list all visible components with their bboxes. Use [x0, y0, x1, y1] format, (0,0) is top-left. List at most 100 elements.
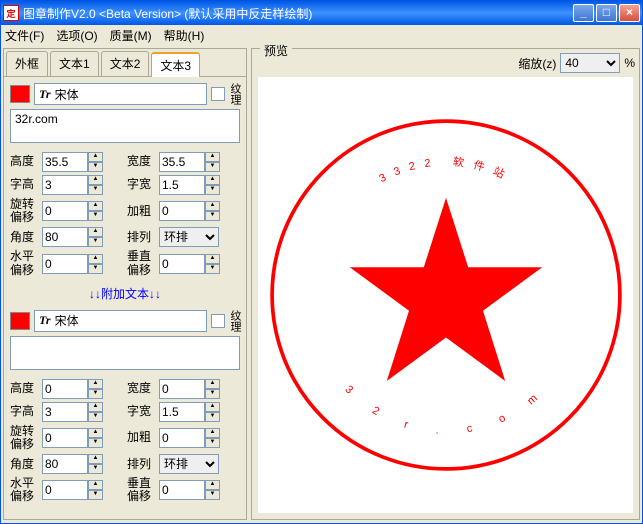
section2-angle-down[interactable]: ▼ — [88, 464, 103, 474]
section1-hOff[interactable] — [42, 254, 88, 274]
section2-width[interactable] — [159, 379, 205, 399]
section2-hOff-down[interactable]: ▼ — [88, 490, 103, 500]
label-charW: 字宽 — [127, 178, 155, 191]
section1-charH[interactable] — [42, 175, 88, 195]
section1-rotOff[interactable] — [42, 201, 88, 221]
preview-group-label: 预览 — [260, 42, 292, 59]
section2-height-down[interactable]: ▼ — [88, 389, 103, 399]
section2-angle-up[interactable]: ▲ — [88, 454, 103, 464]
section2-charW-up[interactable]: ▲ — [205, 402, 220, 412]
section1-bold[interactable] — [159, 201, 205, 221]
font-icon: Tr — [39, 313, 51, 328]
section2-width-up[interactable]: ▲ — [205, 379, 220, 389]
label-angle: 角度 — [10, 231, 38, 244]
section2-charH-down[interactable]: ▼ — [88, 412, 103, 422]
label-angle: 角度 — [10, 458, 38, 471]
label-hOff: 水平 偏移 — [10, 477, 38, 503]
section1-rotOff-up[interactable]: ▲ — [88, 201, 103, 211]
section2-arrange[interactable]: 环排 — [159, 454, 219, 474]
texture-label-2: 纹理 — [229, 310, 240, 332]
section1-hOff-up[interactable]: ▲ — [88, 254, 103, 264]
menu-quality[interactable]: 质量(M) — [110, 27, 152, 44]
section1-charW[interactable] — [159, 175, 205, 195]
section1-angle-down[interactable]: ▼ — [88, 237, 103, 247]
section1-height-down[interactable]: ▼ — [88, 162, 103, 172]
section2-height-up[interactable]: ▲ — [88, 379, 103, 389]
section1-arrange[interactable]: 环排 — [159, 227, 219, 247]
maximize-button[interactable]: □ — [596, 4, 617, 22]
minimize-button[interactable]: _ — [573, 4, 594, 22]
section2-bold-up[interactable]: ▲ — [205, 428, 220, 438]
tab-text3[interactable]: 文本3 — [151, 52, 200, 77]
menu-file[interactable]: 文件(F) — [5, 27, 44, 44]
section2-hOff[interactable] — [42, 480, 88, 500]
zoom-label: 缩放(z) — [518, 55, 556, 72]
label-width: 宽度 — [127, 382, 155, 395]
section2-angle[interactable] — [42, 454, 88, 474]
section1-rotOff-down[interactable]: ▼ — [88, 211, 103, 221]
svg-text:3322 软件站: 3322 软件站 — [377, 154, 515, 185]
font-select-1[interactable]: Tr宋体 — [34, 83, 207, 105]
texture-checkbox-1[interactable] — [211, 87, 225, 101]
section1-width-down[interactable]: ▼ — [205, 162, 220, 172]
label-vOff: 垂直 偏移 — [127, 250, 155, 276]
section2-rotOff-up[interactable]: ▲ — [88, 428, 103, 438]
label-arrange: 排列 — [127, 458, 155, 471]
close-button[interactable]: × — [619, 4, 640, 22]
section2-rotOff[interactable] — [42, 428, 88, 448]
menu-help[interactable]: 帮助(H) — [164, 27, 205, 44]
zoom-select[interactable]: 40 — [560, 53, 620, 73]
section1-angle-up[interactable]: ▲ — [88, 227, 103, 237]
section1-angle[interactable] — [42, 227, 88, 247]
section1-height[interactable] — [42, 152, 88, 172]
section1-vOff[interactable] — [159, 254, 205, 274]
section1-charH-down[interactable]: ▼ — [88, 185, 103, 195]
section2-height[interactable] — [42, 379, 88, 399]
color-picker-2[interactable] — [10, 312, 30, 330]
section2-hOff-up[interactable]: ▲ — [88, 480, 103, 490]
label-vOff: 垂直 偏移 — [127, 477, 155, 503]
texture-checkbox-2[interactable] — [211, 314, 225, 328]
section1-charW-up[interactable]: ▲ — [205, 175, 220, 185]
tab-outer[interactable]: 外框 — [6, 51, 48, 76]
label-hOff: 水平 偏移 — [10, 250, 38, 276]
label-rotOff: 旋转 偏移 — [10, 425, 38, 451]
text-input-1[interactable] — [10, 109, 240, 143]
additional-text-label: ↓↓附加文本↓↓ — [10, 285, 240, 302]
label-bold: 加粗 — [127, 205, 155, 218]
section1-height-up[interactable]: ▲ — [88, 152, 103, 162]
section1-vOff-up[interactable]: ▲ — [205, 254, 220, 264]
section2-bold-down[interactable]: ▼ — [205, 438, 220, 448]
section1-bold-down[interactable]: ▼ — [205, 211, 220, 221]
section2-vOff-down[interactable]: ▼ — [205, 490, 220, 500]
font-icon: Tr — [39, 87, 51, 102]
section2-charW[interactable] — [159, 402, 205, 422]
section1-charW-down[interactable]: ▼ — [205, 185, 220, 195]
menu-options[interactable]: 选项(O) — [56, 27, 97, 44]
label-rotOff: 旋转 偏移 — [10, 198, 38, 224]
font-select-2[interactable]: Tr宋体 — [34, 310, 207, 332]
text-input-2[interactable] — [10, 336, 240, 370]
section1-width[interactable] — [159, 152, 205, 172]
section2-vOff-up[interactable]: ▲ — [205, 480, 220, 490]
section2-charH-up[interactable]: ▲ — [88, 402, 103, 412]
label-bold: 加粗 — [127, 431, 155, 444]
tab-text2[interactable]: 文本2 — [101, 51, 150, 76]
color-picker-1[interactable] — [10, 85, 30, 103]
label-charH: 字高 — [10, 178, 38, 191]
svg-text:3 2 r . c o m: 3 2 r . c o m — [342, 383, 549, 436]
section1-charH-up[interactable]: ▲ — [88, 175, 103, 185]
section1-vOff-down[interactable]: ▼ — [205, 264, 220, 274]
section2-rotOff-down[interactable]: ▼ — [88, 438, 103, 448]
section1-hOff-down[interactable]: ▼ — [88, 264, 103, 274]
section2-charH[interactable] — [42, 402, 88, 422]
tab-text1[interactable]: 文本1 — [50, 51, 99, 76]
label-height: 高度 — [10, 382, 38, 395]
section2-bold[interactable] — [159, 428, 205, 448]
section2-vOff[interactable] — [159, 480, 205, 500]
section1-bold-up[interactable]: ▲ — [205, 201, 220, 211]
app-icon: 定 — [3, 5, 19, 21]
section2-charW-down[interactable]: ▼ — [205, 412, 220, 422]
section1-width-up[interactable]: ▲ — [205, 152, 220, 162]
section2-width-down[interactable]: ▼ — [205, 389, 220, 399]
